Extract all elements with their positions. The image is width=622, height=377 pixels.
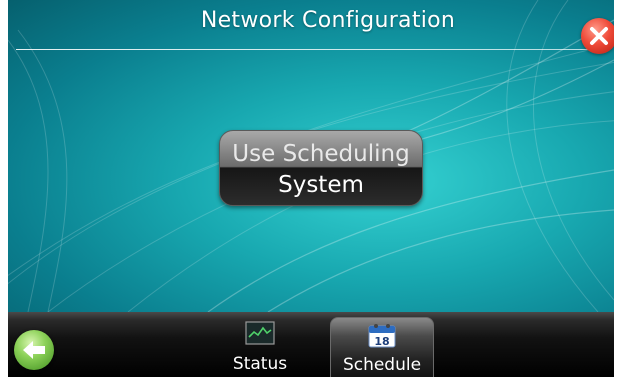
close-icon (590, 27, 608, 45)
calendar-day-number: 18 (374, 335, 389, 348)
back-arrow-icon (23, 341, 45, 359)
bottom-nav-bar: Status 18 Schedule (8, 312, 614, 377)
back-button[interactable] (14, 330, 54, 370)
button-label-line-1: Use Scheduling (232, 141, 410, 167)
tab-status-label: Status (232, 354, 288, 374)
close-button[interactable] (581, 18, 614, 54)
status-chart-icon (245, 321, 275, 345)
page-title: Network Configuration (200, 8, 456, 33)
calendar-icon: 18 (368, 324, 396, 348)
tab-schedule-label: Schedule (342, 355, 422, 375)
tab-status[interactable]: Status (225, 317, 295, 377)
use-scheduling-system-button[interactable]: Use Scheduling System (219, 130, 423, 206)
main-area: Network Configuration Use Scheduling Sys… (8, 0, 614, 312)
tab-schedule[interactable]: 18 Schedule (330, 317, 434, 377)
title-divider (16, 49, 598, 50)
button-label-line-2: System (278, 172, 364, 198)
device-screen: Network Configuration Use Scheduling Sys… (8, 0, 614, 377)
